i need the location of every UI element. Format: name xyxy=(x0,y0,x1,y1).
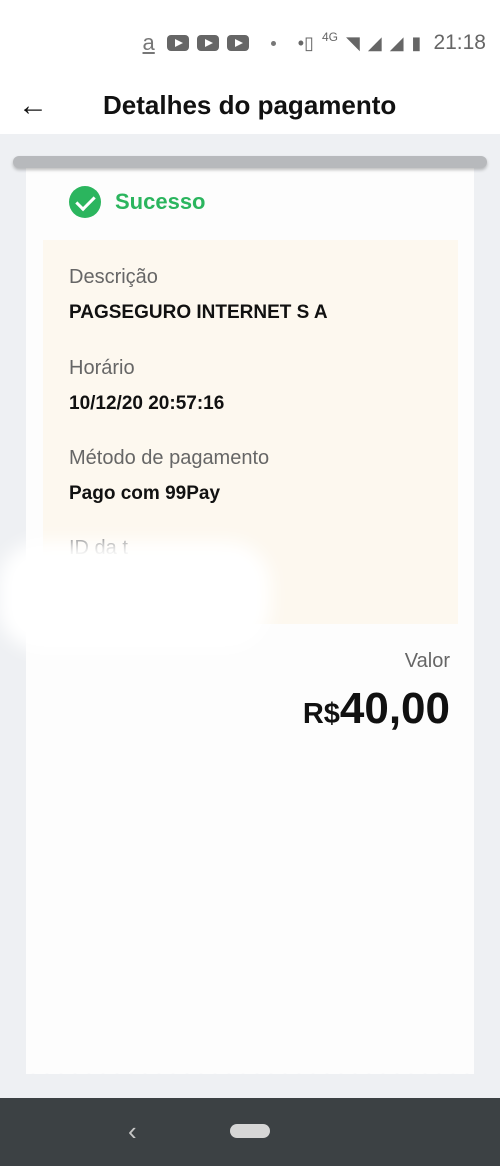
description-value: PAGSEGURO INTERNET S A xyxy=(69,302,328,323)
payment-status: Sucesso xyxy=(69,186,206,218)
amount-number: 40,00 xyxy=(339,684,450,733)
redaction-mark xyxy=(12,555,257,637)
status-icons: a •▯ 4G ◥ ◢ ◢ ▮ 21:18 xyxy=(143,30,486,56)
amazon-icon: a xyxy=(142,30,155,55)
battery-icon: ▮ xyxy=(411,32,422,53)
signal-icon: ◢ xyxy=(367,32,382,53)
volte-icon: 4G xyxy=(321,30,338,44)
check-circle-icon xyxy=(69,186,101,218)
amount-value: R$ 40,00 xyxy=(303,684,450,734)
amount-label: Valor xyxy=(404,650,450,672)
youtube-icon xyxy=(196,35,219,51)
time-label: Horário xyxy=(69,357,135,379)
status-label: Sucesso xyxy=(115,189,206,214)
payment-method-label: Método de pagamento xyxy=(69,447,270,469)
arrow-left-icon[interactable]: ← xyxy=(18,86,50,126)
payment-method-value: Pago com 99Pay xyxy=(69,483,221,504)
youtube-icon xyxy=(166,35,189,51)
dot-icon xyxy=(270,40,276,46)
page-title: Detalhes do pagamento xyxy=(103,90,397,120)
receipt-zigzag-edge xyxy=(26,1068,474,1080)
receipt-printer-bar xyxy=(13,156,487,168)
system-nav-bar: ‹ xyxy=(0,1098,500,1166)
wifi-icon: ◥ xyxy=(346,32,360,53)
nav-back-icon[interactable]: ‹ xyxy=(128,1116,137,1147)
time-value: 10/12/20 20:57:16 xyxy=(69,393,225,414)
signal-icon: ◢ xyxy=(389,32,404,53)
youtube-icon xyxy=(226,35,249,51)
nav-home-pill-icon[interactable] xyxy=(230,1124,270,1138)
description-label: Descrição xyxy=(69,266,158,288)
status-bar: a •▯ 4G ◥ ◢ ◢ ▮ 21:18 xyxy=(0,0,500,86)
status-time: 21:18 xyxy=(433,31,486,54)
amount-currency: R$ xyxy=(302,698,340,730)
app-bar: ← Detalhes do pagamento xyxy=(0,86,500,134)
vibrate-icon: •▯ xyxy=(297,32,314,53)
